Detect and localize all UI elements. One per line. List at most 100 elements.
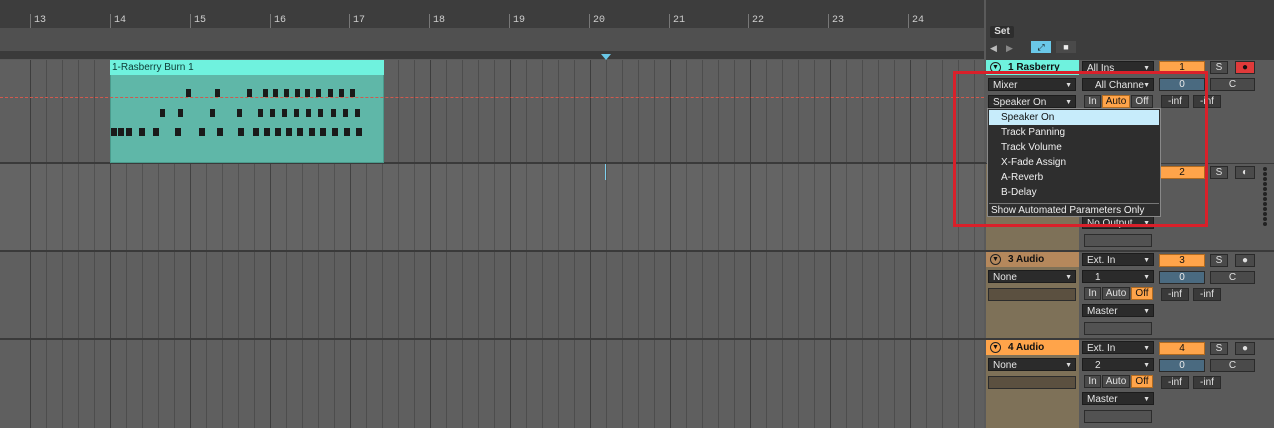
- loop-brace-strip[interactable]: [0, 28, 984, 52]
- monitor-off[interactable]: Off: [1131, 287, 1153, 300]
- grid-line: [206, 164, 207, 250]
- midi-note[interactable]: [199, 128, 205, 136]
- midi-note[interactable]: [186, 89, 191, 97]
- midi-note[interactable]: [331, 109, 336, 117]
- track-lane-2[interactable]: [0, 164, 984, 250]
- track-lane-3[interactable]: [0, 252, 984, 338]
- bar-ruler[interactable]: 13 14 15 16 17 18 19 20 21 22 23 24: [0, 0, 984, 28]
- clip-title[interactable]: 1-Rasberry Burn 1: [110, 60, 384, 75]
- follow-icon[interactable]: ⤢: [1031, 41, 1051, 53]
- grid-line: [734, 164, 735, 250]
- midi-note[interactable]: [286, 128, 292, 136]
- device-chooser[interactable]: None: [988, 358, 1076, 371]
- midi-note[interactable]: [309, 128, 315, 136]
- input-channel[interactable]: 1: [1082, 270, 1154, 283]
- drag-handle-icon[interactable]: [1263, 166, 1271, 227]
- arrow-right-icon[interactable]: ▶: [1006, 43, 1016, 53]
- monitor-off[interactable]: Off: [1131, 375, 1153, 388]
- monitor-auto[interactable]: Auto: [1102, 375, 1130, 388]
- input-type[interactable]: Ext. In: [1082, 341, 1154, 354]
- parameter-chooser[interactable]: [988, 288, 1076, 301]
- midi-note[interactable]: [355, 109, 360, 117]
- midi-note[interactable]: [126, 128, 132, 136]
- pan-field[interactable]: C: [1210, 78, 1255, 91]
- midi-note[interactable]: [160, 109, 165, 117]
- midi-note[interactable]: [297, 128, 303, 136]
- output-channel[interactable]: [1084, 234, 1152, 247]
- midi-note[interactable]: [305, 89, 310, 97]
- arm-icon[interactable]: ●: [1235, 342, 1255, 355]
- pan-field[interactable]: C: [1210, 271, 1255, 284]
- solo-button[interactable]: S: [1210, 254, 1228, 267]
- midi-note[interactable]: [306, 109, 311, 117]
- midi-note[interactable]: [339, 89, 344, 97]
- track-activator[interactable]: 3: [1159, 254, 1205, 267]
- midi-note[interactable]: [264, 128, 270, 136]
- midi-note[interactable]: [316, 89, 321, 97]
- output-channel[interactable]: [1084, 410, 1152, 423]
- midi-note[interactable]: [320, 128, 326, 136]
- lock-icon[interactable]: ■: [1056, 41, 1076, 53]
- arm-icon[interactable]: ●: [1235, 254, 1255, 267]
- track-header-3[interactable]: 3 Audio ▼ None: [986, 252, 1079, 338]
- volume-field[interactable]: 0: [1159, 359, 1205, 372]
- parameter-chooser[interactable]: [988, 376, 1076, 389]
- midi-note[interactable]: [263, 89, 268, 97]
- monitor-in[interactable]: In: [1084, 287, 1101, 300]
- track-activator[interactable]: 4: [1159, 342, 1205, 355]
- device-chooser[interactable]: None: [988, 270, 1076, 283]
- fold-icon[interactable]: ▼: [990, 342, 1001, 353]
- midi-note[interactable]: [217, 128, 223, 136]
- volume-field[interactable]: 0: [1159, 271, 1205, 284]
- midi-note[interactable]: [270, 109, 275, 117]
- midi-note[interactable]: [178, 109, 183, 117]
- midi-note[interactable]: [253, 128, 259, 136]
- output-channel[interactable]: [1084, 322, 1152, 335]
- midi-note[interactable]: [139, 128, 145, 136]
- midi-note[interactable]: [328, 89, 333, 97]
- midi-note[interactable]: [294, 109, 299, 117]
- midi-note[interactable]: [275, 128, 281, 136]
- output-type[interactable]: Master: [1082, 392, 1154, 405]
- fold-icon[interactable]: ▼: [990, 254, 1001, 265]
- track-header-4[interactable]: 4 Audio ▼ None: [986, 340, 1079, 428]
- midi-note[interactable]: [350, 89, 355, 97]
- midi-note[interactable]: [237, 109, 242, 117]
- midi-note[interactable]: [295, 89, 300, 97]
- pan-field[interactable]: C: [1210, 359, 1255, 372]
- midi-note[interactable]: [238, 128, 244, 136]
- solo-button[interactable]: S: [1210, 166, 1228, 179]
- solo-button[interactable]: S: [1210, 342, 1228, 355]
- midi-note[interactable]: [284, 89, 289, 97]
- monitor-in[interactable]: In: [1084, 375, 1101, 388]
- midi-note[interactable]: [258, 109, 263, 117]
- midi-note[interactable]: [118, 128, 124, 136]
- monitor-auto[interactable]: Auto: [1102, 287, 1130, 300]
- midi-note[interactable]: [153, 128, 159, 136]
- arm-icon[interactable]: ●: [1235, 61, 1255, 74]
- grid-line: [478, 60, 479, 163]
- grid-line: [766, 340, 767, 428]
- midi-note[interactable]: [343, 109, 348, 117]
- arrow-left-icon[interactable]: ◀: [990, 43, 1000, 53]
- midi-note[interactable]: [356, 128, 362, 136]
- automation-line[interactable]: [0, 97, 984, 98]
- input-channel[interactable]: 2: [1082, 358, 1154, 371]
- arm-icon[interactable]: ◐: [1235, 166, 1255, 179]
- midi-note[interactable]: [318, 109, 323, 117]
- midi-note[interactable]: [247, 89, 252, 97]
- set-button[interactable]: Set: [990, 26, 1014, 38]
- midi-note[interactable]: [344, 128, 350, 136]
- midi-note[interactable]: [282, 109, 287, 117]
- midi-note[interactable]: [332, 128, 338, 136]
- scrub-area[interactable]: [0, 52, 984, 59]
- midi-note[interactable]: [273, 89, 278, 97]
- midi-note[interactable]: [210, 109, 215, 117]
- midi-note[interactable]: [215, 89, 220, 97]
- solo-button[interactable]: S: [1210, 61, 1228, 74]
- midi-note[interactable]: [175, 128, 181, 136]
- output-type[interactable]: Master: [1082, 304, 1154, 317]
- input-type[interactable]: Ext. In: [1082, 253, 1154, 266]
- track-lane-4[interactable]: [0, 340, 984, 428]
- midi-note[interactable]: [111, 128, 117, 136]
